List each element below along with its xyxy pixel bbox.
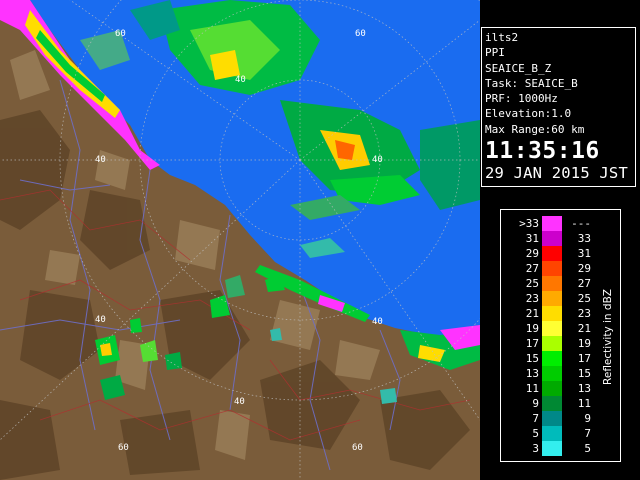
site-name: ilts2 [485, 31, 519, 44]
legend-row: 23 25 [501, 291, 601, 306]
legend-color-swatch [542, 396, 562, 411]
legend-lower-value: 21 [525, 307, 539, 320]
legend-lower-value: 15 [525, 352, 539, 365]
legend-color-swatch [542, 261, 562, 276]
legend-upper-value: 23 [577, 307, 591, 320]
legend-color-swatch [542, 291, 562, 306]
range-label: 40 [95, 315, 106, 325]
legend-row: 21 23 [501, 306, 601, 321]
range-label: 60 [355, 29, 366, 39]
prf-value: PRF: 1000Hz [485, 92, 558, 106]
range-label: 60 [352, 443, 363, 453]
legend-upper-value: 5 [584, 442, 591, 455]
legend-row: 79 [501, 411, 601, 426]
legend-lower-value: 31 [525, 232, 539, 245]
legend-upper-value: 13 [577, 382, 591, 395]
legend-color-swatch [542, 411, 562, 426]
legend-row: 57 [501, 426, 601, 441]
legend-upper-value: 11 [577, 397, 591, 410]
radar-ppi-map[interactable]: 60 60 40 40 40 40 40 60 40 60 [0, 0, 480, 480]
legend-color-swatch [542, 216, 562, 231]
legend-color-swatch [542, 306, 562, 321]
scan-date: 29 JAN 2015 JST [485, 164, 628, 183]
legend-upper-value: 17 [577, 352, 591, 365]
scan-time: 11:35:16 [485, 138, 600, 165]
reflectivity-legend: >33 --- 31 33 29 31 27 29 25 27 23 25 21 23 19 21 17 19 15… [500, 209, 621, 462]
range-label: 60 [115, 29, 126, 39]
legend-color-swatch [542, 441, 562, 456]
task-name: Task: SEAICE_B [485, 76, 578, 90]
legend-row: 35 [501, 441, 601, 456]
legend-lower-value: 3 [532, 442, 539, 455]
legend-lower-value: 29 [525, 247, 539, 260]
legend-upper-value: 31 [577, 247, 591, 260]
legend-upper-value: --- [571, 217, 591, 230]
legend-lower-value: 7 [532, 412, 539, 425]
legend-row: >33 --- [501, 216, 601, 231]
scan-mode: PPI [485, 46, 505, 60]
max-range-value: Max Range:60 km [485, 122, 585, 136]
legend-color-swatch [542, 381, 562, 396]
legend-color-swatch [542, 246, 562, 261]
legend-lower-value: 11 [525, 382, 539, 395]
legend-row: 9 11 [501, 396, 601, 411]
legend-row: 15 17 [501, 351, 601, 366]
legend-lower-value: 23 [525, 292, 539, 305]
legend-color-swatch [542, 231, 562, 246]
legend-lower-value: >33 [519, 217, 539, 230]
legend-upper-value: 19 [577, 337, 591, 350]
legend-lower-value: 5 [532, 427, 539, 440]
range-label: 40 [235, 75, 246, 85]
legend-lower-value: 25 [525, 277, 539, 290]
range-label: 40 [234, 397, 245, 407]
scan-info-panel: ilts2 PPI SEAICE_B_Z Task: SEAICE_B PRF:… [481, 27, 636, 187]
legend-lower-value: 13 [525, 367, 539, 380]
legend-row: 11 13 [501, 381, 601, 396]
legend-title: Reflectivity in dBZ [602, 289, 614, 385]
legend-color-swatch [542, 336, 562, 351]
legend-upper-value: 15 [577, 367, 591, 380]
legend-color-swatch [542, 366, 562, 381]
legend-upper-value: 27 [577, 277, 591, 290]
elevation-value: Elevation:1.0 [485, 107, 572, 121]
legend-row: 29 31 [501, 246, 601, 261]
legend-lower-value: 19 [525, 322, 539, 335]
legend-upper-value: 25 [577, 292, 591, 305]
legend-row: 31 33 [501, 231, 601, 246]
range-label: 40 [372, 155, 383, 165]
legend-row: 27 29 [501, 261, 601, 276]
legend-row: 25 27 [501, 276, 601, 291]
legend-row: 17 19 [501, 336, 601, 351]
legend-row: 13 15 [501, 366, 601, 381]
legend-lower-value: 27 [525, 262, 539, 275]
legend-upper-value: 21 [577, 322, 591, 335]
legend-color-swatch [542, 321, 562, 336]
legend-lower-value: 9 [532, 397, 539, 410]
product-name: SEAICE_B_Z [485, 61, 552, 75]
legend-upper-value: 9 [584, 412, 591, 425]
legend-color-swatch [542, 351, 562, 366]
legend-upper-value: 33 [577, 232, 591, 245]
legend-upper-value: 29 [577, 262, 591, 275]
range-label: 40 [95, 155, 106, 165]
legend-lower-value: 17 [525, 337, 539, 350]
range-label: 40 [372, 317, 383, 327]
legend-row: 19 21 [501, 321, 601, 336]
legend-color-swatch [542, 426, 562, 441]
range-label: 60 [118, 443, 129, 453]
legend-color-swatch [542, 276, 562, 291]
legend-upper-value: 7 [584, 427, 591, 440]
